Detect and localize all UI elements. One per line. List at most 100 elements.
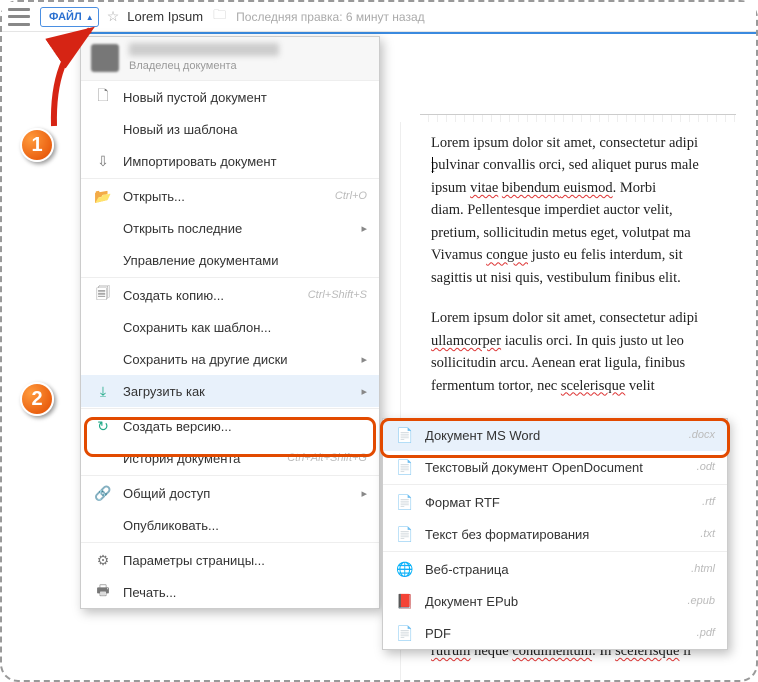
body-text: velit xyxy=(625,378,654,394)
top-toolbar: ФАЙЛ ☆ Lorem Ipsum 🗀 Последняя правка: 6… xyxy=(2,2,756,32)
menu-active-underline xyxy=(80,32,756,34)
menu-page-setup[interactable]: ⚙ Параметры страницы... xyxy=(81,544,379,576)
menu-label: Загрузить как xyxy=(123,384,361,399)
step-badge-1: 1 xyxy=(20,128,54,162)
file-menu-button[interactable]: ФАЙЛ xyxy=(40,7,99,27)
menu-share[interactable]: 🔗Общий доступ▸ xyxy=(81,477,379,509)
menu-make-copy[interactable]: 🗐Создать копию...Ctrl+Shift+S xyxy=(81,279,379,311)
spell-error: euismod xyxy=(560,180,613,196)
menu-label: Управление документами xyxy=(123,253,367,268)
last-edit-label: Последняя правка: 6 минут назад xyxy=(236,10,425,24)
menu-import[interactable]: ⇩ Импортировать документ xyxy=(81,145,379,177)
menu-print[interactable]: 🖶 Печать... xyxy=(81,576,379,608)
owner-name-blurred: hidden xyxy=(129,43,279,56)
spell-error: congue xyxy=(486,247,528,263)
submenu-pdf[interactable]: 📄 PDF.pdf xyxy=(383,617,727,649)
menu-new-blank[interactable]: 🗋Новый пустой документ xyxy=(81,81,379,113)
menu-history[interactable]: История документаCtrl+Alt+Shift+G xyxy=(81,442,379,474)
folder-icon[interactable]: 🗀 xyxy=(213,6,226,28)
menu-open-recent[interactable]: Открыть последние▸ xyxy=(81,212,379,244)
spell-error: ullamcorper xyxy=(431,333,501,349)
menu-download-as[interactable]: ⤓ Загрузить как▸ xyxy=(81,375,379,407)
copy-icon: 🗐 xyxy=(93,283,113,307)
menu-label: Открыть... xyxy=(123,189,335,204)
spell-error: vitae xyxy=(470,180,498,196)
submenu-label: PDF xyxy=(425,626,697,641)
menu-open[interactable]: 📂 Открыть...Ctrl+O xyxy=(81,180,379,212)
submenu-msword[interactable]: 📄Документ MS Word.docx xyxy=(383,419,727,451)
submenu-label: Документ EPub xyxy=(425,594,687,609)
separator xyxy=(81,475,379,476)
step-badge-2: 2 xyxy=(20,382,54,416)
hamburger-menu-icon[interactable] xyxy=(8,8,30,26)
body-text: sagittis ut nisi quis, vestibulum finibu… xyxy=(431,270,681,286)
body-text: sollicitudin arcu. Aenean erat ligula, f… xyxy=(431,355,685,371)
menu-publish[interactable]: Опубликовать... xyxy=(81,509,379,541)
file-ext: .pdf xyxy=(697,627,715,639)
download-icon: ⤓ xyxy=(93,383,113,400)
submenu-txt[interactable]: 📄Текст без форматирования.txt xyxy=(383,518,727,550)
file-ext: .rtf xyxy=(702,496,715,508)
html-file-icon: 🌐 xyxy=(395,561,415,578)
version-icon: ↻ xyxy=(93,418,113,435)
download-as-submenu: 📄Документ MS Word.docx 📄 Текстовый докуме… xyxy=(382,418,728,650)
submenu-odt[interactable]: 📄Текстовый документ OpenDocument.odt xyxy=(383,451,727,483)
submenu-epub[interactable]: 📕Документ EPub.epub xyxy=(383,585,727,617)
print-icon: 🖶 xyxy=(93,580,113,604)
text-cursor xyxy=(432,157,433,173)
body-text: ipsum xyxy=(431,180,470,196)
body-text: justo eu felis interdum, sit xyxy=(528,247,683,263)
chevron-right-icon: ▸ xyxy=(361,353,367,366)
chevron-right-icon: ▸ xyxy=(361,487,367,500)
import-icon: ⇩ xyxy=(93,153,113,170)
menu-label: Печать... xyxy=(123,585,367,600)
document-title[interactable]: Lorem Ipsum xyxy=(127,9,203,24)
chevron-right-icon: ▸ xyxy=(361,385,367,398)
body-text: . Morbi xyxy=(613,180,657,196)
body-text: fermentum tortor, nec xyxy=(431,378,561,394)
body-text: Lorem ipsum dolor sit amet, consectetur … xyxy=(431,310,698,326)
word-file-icon: 📄 xyxy=(395,427,415,444)
menu-save-other-disks[interactable]: Сохранить на другие диски▸ xyxy=(81,343,379,375)
submenu-rtf[interactable]: 📄Формат RTF.rtf xyxy=(383,486,727,518)
menu-label: История документа xyxy=(123,451,287,466)
spell-error: bibendum xyxy=(502,180,560,196)
menu-label: Новый пустой документ xyxy=(123,90,367,105)
odt-file-icon: 📄 xyxy=(395,459,415,476)
submenu-html[interactable]: 🌐Веб-страница.html xyxy=(383,553,727,585)
menu-create-version[interactable]: ↻ Создать версию... xyxy=(81,410,379,442)
separator xyxy=(81,277,379,278)
file-ext: .epub xyxy=(687,595,715,607)
submenu-label: Веб-страница xyxy=(425,562,691,577)
submenu-label: Формат RTF xyxy=(425,495,702,510)
star-icon[interactable]: ☆ xyxy=(107,8,120,25)
shortcut: Ctrl+Shift+S xyxy=(308,289,367,301)
menu-label: Создать версию... xyxy=(123,419,367,434)
menu-manage-docs[interactable]: Управление документами xyxy=(81,244,379,276)
gear-icon: ⚙ xyxy=(93,552,113,569)
shortcut: Ctrl+O xyxy=(335,190,367,202)
body-text: pulvinar convallis orci, sed aliquet pur… xyxy=(431,157,699,173)
share-icon: 🔗 xyxy=(93,485,113,502)
submenu-label: Текст без форматирования xyxy=(425,527,700,542)
menu-label: Опубликовать... xyxy=(123,518,367,533)
spell-error: scelerisque xyxy=(561,378,625,394)
menu-new-template[interactable]: Новый из шаблона xyxy=(81,113,379,145)
body-text: Vivamus xyxy=(431,247,486,263)
pdf-file-icon: 📄 xyxy=(395,625,415,642)
body-text: pretium, sollicitudin metus eget, volutp… xyxy=(431,225,691,241)
separator xyxy=(81,178,379,179)
file-ext: .docx xyxy=(689,429,715,441)
menu-label: Сохранить как шаблон... xyxy=(123,320,367,335)
menu-label: Новый из шаблона xyxy=(123,122,367,137)
separator xyxy=(81,408,379,409)
txt-file-icon: 📄 xyxy=(395,526,415,543)
menu-save-template[interactable]: Сохранить как шаблон... xyxy=(81,311,379,343)
submenu-label: Текстовый документ OpenDocument xyxy=(425,460,697,475)
body-text: iaculis orci. In quis justo ut leo xyxy=(501,333,684,349)
folder-open-icon: 📂 xyxy=(93,188,113,205)
annotation-arrow-1 xyxy=(42,26,102,136)
menu-label: Параметры страницы... xyxy=(123,553,367,568)
menu-label: Импортировать документ xyxy=(123,154,367,169)
body-text: Lorem ipsum dolor sit amet, consectetur … xyxy=(431,135,698,151)
